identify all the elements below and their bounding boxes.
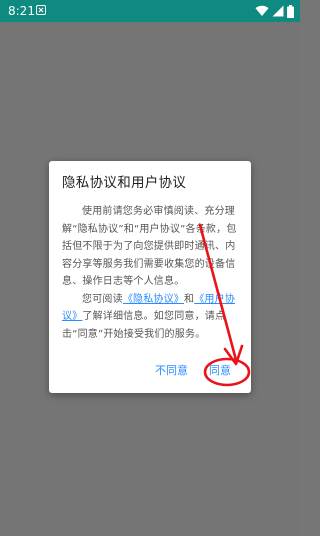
privacy-dialog: 隐私协议和用户协议 使用前请您务必审慎阅读、充分理解“隐私协议”和“用户协议”各…: [49, 161, 251, 393]
read-suffix-text: 了解详细信息。如您同意，请点击“同意”开始接受我们的服务。: [62, 311, 226, 340]
dialog-body: 使用前请您务必审慎阅读、充分理解“隐私协议”和“用户协议”各条款，包括但不限于为…: [62, 203, 240, 343]
disagree-button[interactable]: 不同意: [155, 363, 188, 379]
signal-icon: [272, 5, 284, 17]
wifi-icon: [255, 5, 269, 17]
status-bar: 8:21: [0, 0, 300, 22]
notification-icon: [36, 5, 46, 15]
battery-icon: [287, 4, 294, 18]
status-time: 8:21: [8, 4, 35, 18]
dialog-paragraph-2: 您可阅读《隐私协议》和《用户协议》了解详细信息。如您同意，请点击“同意”开始接受…: [62, 291, 240, 344]
dialog-title: 隐私协议和用户协议: [62, 175, 187, 191]
dialog-paragraph-1: 使用前请您务必审慎阅读、充分理解“隐私协议”和“用户协议”各条款，包括但不限于为…: [62, 206, 237, 287]
agree-button[interactable]: 同意: [209, 363, 231, 379]
and-text: 和: [184, 293, 195, 305]
privacy-policy-link[interactable]: 《隐私协议》: [123, 294, 184, 305]
status-icons: [255, 4, 294, 18]
read-prefix-text: 您可阅读: [82, 293, 123, 305]
